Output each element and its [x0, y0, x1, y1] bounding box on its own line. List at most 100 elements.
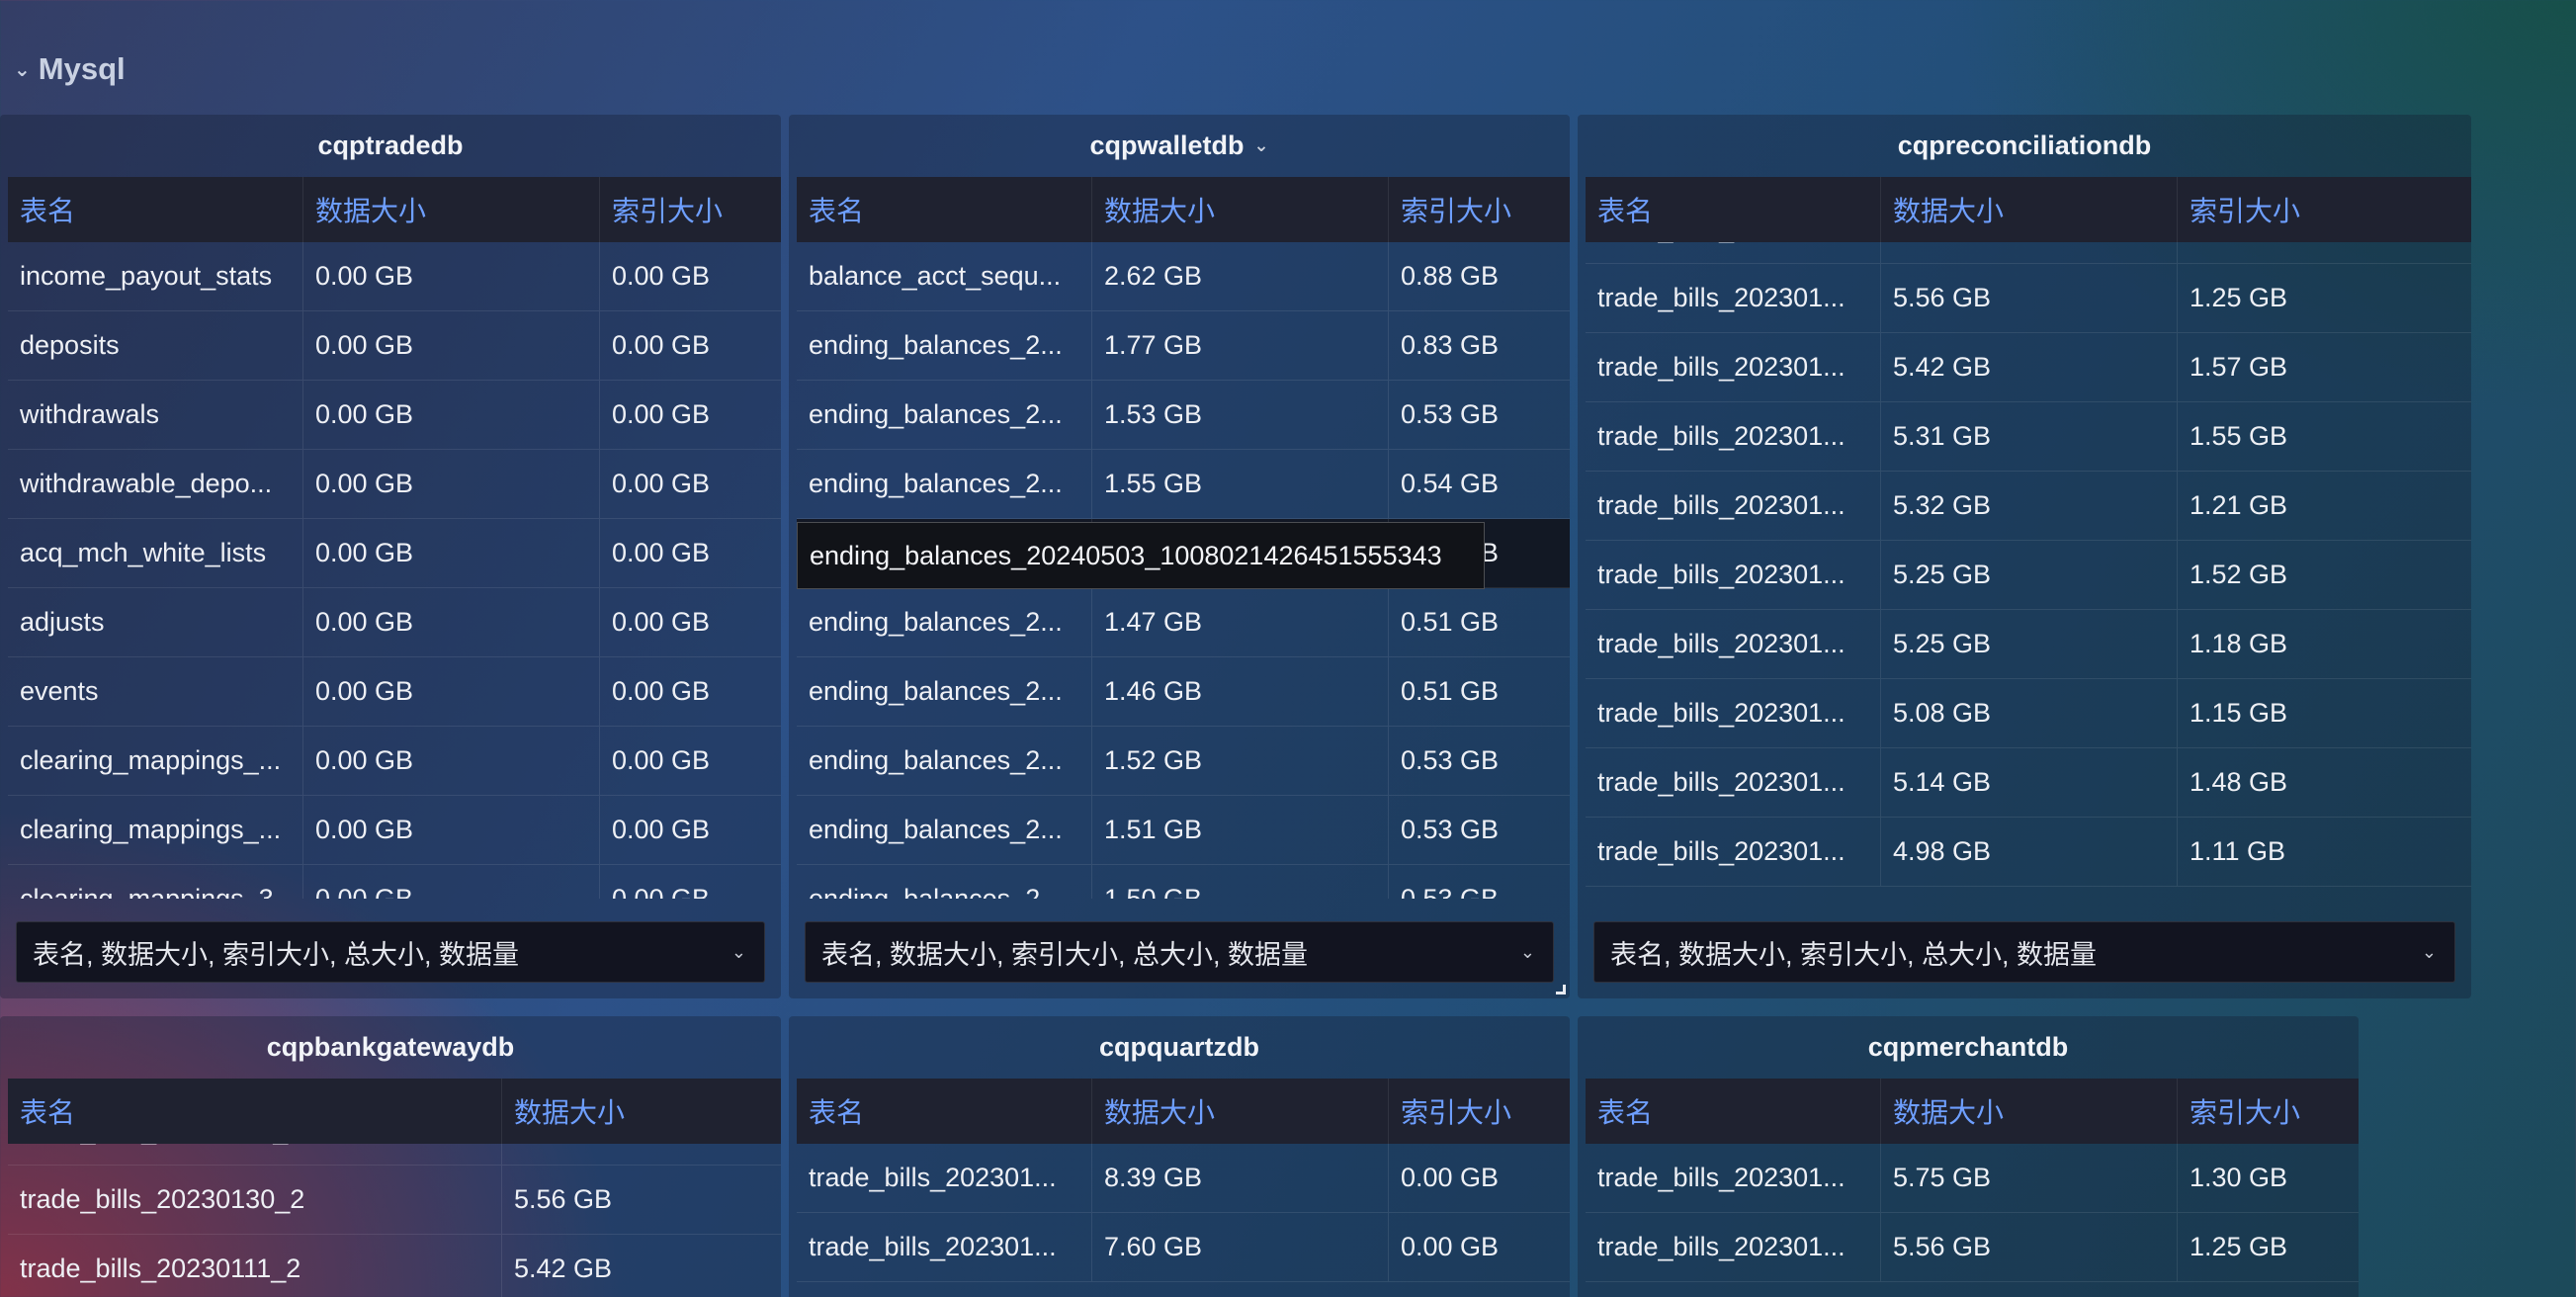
table-body[interactable]: trade_bills_202301... 8.39 GB 0.00 GB trade…: [797, 1144, 1570, 1297]
table-row[interactable]: withdrawals 0.00 GB 0.00 GB: [8, 381, 781, 450]
table-row[interactable]: trade_bills_202301... 4.98 GB 1.11 GB: [1586, 818, 2471, 887]
table-cell-data-size: 0.00 GB: [303, 311, 600, 380]
column-header-data-size[interactable]: 数据大小: [1881, 1079, 2178, 1144]
table-row[interactable]: ending_balances_2... 1.51 GB 0.53 GB: [797, 796, 1570, 865]
table-row[interactable]: trade_bills_202301...5.75 GB1.30 GB: [1586, 242, 2471, 264]
column-header-data-size[interactable]: 数据大小: [303, 177, 600, 242]
table-row[interactable]: trade_bills_202301... 5.42 GB 1.57 GB: [1586, 333, 2471, 402]
panel-cqptradedb: cqptradedb 表名 数据大小 索引大小 income_payout_st…: [0, 115, 781, 998]
column-header-name[interactable]: 表名: [797, 1079, 1092, 1144]
column-header-name[interactable]: 表名: [1586, 1079, 1881, 1144]
table-body[interactable]: income_payout_stats 0.00 GB 0.00 GB deposit…: [8, 242, 781, 899]
column-header-name[interactable]: 表名: [8, 177, 303, 242]
table-row[interactable]: trade_bills_202301... 5.56 GB 1.25 GB: [1586, 1213, 2359, 1282]
column-select-dropdown[interactable]: 表名, 数据大小, 索引大小, 总大小, 数据量 ⌄: [16, 921, 765, 983]
table-cell-name: clearing_mappings_3: [8, 865, 303, 899]
table-cell-index-size: 0.00 GB: [612, 676, 711, 706]
chevron-down-icon: ⌄: [2421, 941, 2437, 962]
table-row[interactable]: ending_balances_2... 1.53 GB 0.53 GB: [797, 381, 1570, 450]
table-row[interactable]: clearing_mappings_3 0.00 GB 0.00 GB: [8, 865, 781, 899]
panel-header[interactable]: cqpmerchantdb: [1578, 1016, 2359, 1079]
table-header: 表名 数据大小 索引大小: [1586, 1079, 2359, 1144]
table-row[interactable]: trade_bills_202301...5.75 GB1.30 GB: [1586, 1144, 2359, 1213]
chevron-down-icon[interactable]: ⌄: [14, 57, 31, 82]
table-header: 表名 数据大小: [8, 1079, 781, 1144]
column-select-dropdown[interactable]: 表名, 数据大小, 索引大小, 总大小, 数据量 ⌄: [1593, 921, 2455, 983]
table-cell-name: ending_balances_2...: [797, 588, 1092, 656]
table-body[interactable]: trade_bills_20230117_25.75 GBtrade_bills…: [8, 1144, 781, 1297]
table-row[interactable]: deposits 0.00 GB 0.00 GB: [8, 311, 781, 381]
table-cell-index-size: 1.15 GB: [2190, 698, 2288, 728]
table-cell-data-size: 4.98 GB: [1881, 818, 2178, 886]
panel-title: cqpreconciliationdb: [1897, 130, 2152, 160]
table-row[interactable]: trade_bills_202301... 5.31 GB 1.55 GB: [1586, 402, 2471, 472]
column-header-name[interactable]: 表名: [1586, 177, 1881, 242]
table-row[interactable]: trade_bills_202301... 8.39 GB 0.00 GB: [797, 1144, 1570, 1213]
column-header-index-size[interactable]: 索引大小: [2178, 1079, 2359, 1144]
table-row[interactable]: ending_balances_2...1.50 GB 0.53 GB: [797, 865, 1570, 899]
table-cell-name: trade_bills_20230130_2: [8, 1166, 502, 1234]
table-cell-name: trade_bills_202301...: [797, 1213, 1092, 1281]
table-row[interactable]: trade_bills_202301... 5.08 GB 1.15 GB: [1586, 679, 2471, 748]
panel-header[interactable]: cqptradedb: [0, 115, 781, 177]
table-row[interactable]: ending_balances_2... 1.55 GB 0.54 GB: [797, 450, 1570, 519]
row-header-mysql[interactable]: ⌄ Mysql: [14, 47, 126, 91]
table-cell-index-size: 0.00 GB: [612, 815, 711, 844]
table-cell-data-size: 5.56 GB: [1881, 264, 2178, 332]
column-header-name[interactable]: 表名: [8, 1079, 502, 1144]
table-cell-index-size: 0.53 GB: [1401, 399, 1500, 429]
column-header-data-size[interactable]: 数据大小: [1092, 1079, 1389, 1144]
data-table: 表名 数据大小 trade_bills_20230117_25.75 GBtra…: [8, 1079, 781, 1297]
table-row[interactable]: trade_bills_202301... 5.25 GB 1.18 GB: [1586, 610, 2471, 679]
table-row[interactable]: adjusts 0.00 GB 0.00 GB: [8, 588, 781, 657]
resize-handle[interactable]: [1556, 985, 1566, 994]
table-row[interactable]: trade_bills_202301... 5.25 GB 1.52 GB: [1586, 541, 2471, 610]
table-cell-name: ending_balances_2...: [797, 657, 1092, 726]
table-row[interactable]: ending_balances_2... 1.77 GB 0.83 GB: [797, 311, 1570, 381]
table-row[interactable]: trade_bills_20230130_2 5.56 GB: [8, 1166, 781, 1235]
column-header-data-size[interactable]: 数据大小: [1881, 177, 2178, 242]
table-row[interactable]: trade_bills_20230117_25.75 GB: [8, 1144, 781, 1166]
column-header-data-size[interactable]: 数据大小: [1092, 177, 1389, 242]
column-header-name[interactable]: 表名: [797, 177, 1092, 242]
column-select-dropdown[interactable]: 表名, 数据大小, 索引大小, 总大小, 数据量 ⌄: [805, 921, 1554, 983]
panel-header[interactable]: cqpquartzdb: [789, 1016, 1570, 1079]
table-row[interactable]: trade_bills_20230111_2 5.42 GB: [8, 1235, 781, 1297]
column-header-index-size[interactable]: 索引大小: [1389, 1079, 1570, 1144]
table-row[interactable]: ending_balances_2... 1.46 GB 0.51 GB: [797, 657, 1570, 727]
table-cell-data-size: 0.00 GB: [303, 519, 600, 587]
table-header: 表名 数据大小 索引大小: [8, 177, 781, 242]
table-cell-data-size: 1.50 GB: [1092, 865, 1389, 899]
table-cell-index-size: 0.83 GB: [1401, 330, 1500, 360]
table-cell-name: trade_bills_202301...: [1586, 472, 1881, 540]
table-row[interactable]: withdrawable_depo... 0.00 GB 0.00 GB: [8, 450, 781, 519]
column-header-index-size[interactable]: 索引大小: [600, 177, 781, 242]
panel-header[interactable]: cqpbankgatewaydb: [0, 1016, 781, 1079]
column-header-data-size[interactable]: 数据大小: [502, 1079, 781, 1144]
table-row[interactable]: clearing_mappings_... 0.00 GB 0.00 GB: [8, 727, 781, 796]
column-header-index-size[interactable]: 索引大小: [2178, 177, 2471, 242]
table-row[interactable]: acq_mch_white_lists 0.00 GB 0.00 GB: [8, 519, 781, 588]
panel-header[interactable]: cqpwalletdb ⌄: [789, 115, 1570, 177]
column-header-index-size[interactable]: 索引大小: [1389, 177, 1570, 242]
table-row[interactable]: trade_bills_202301... 5.56 GB 1.25 GB: [1586, 264, 2471, 333]
panel-menu-chevron-icon[interactable]: ⌄: [1253, 135, 1268, 156]
table-row[interactable]: balance_acct_sequ... 2.62 GB 0.88 GB: [797, 242, 1570, 311]
table-row[interactable]: trade_bills_202301... 5.32 GB 1.21 GB: [1586, 472, 2471, 541]
table-body[interactable]: trade_bills_202301...5.75 GB1.30 GBtrade…: [1586, 242, 2471, 899]
panel-header[interactable]: cqpreconciliationdb: [1578, 115, 2471, 177]
table-cell-name: trade_bills_202301...: [1586, 1213, 1881, 1281]
table-row[interactable]: ending_balances_2... 1.52 GB 0.53 GB: [797, 727, 1570, 796]
table-cell-index-size: 1.18 GB: [2190, 629, 2288, 658]
table-cell-data-size: 8.39 GB: [1092, 1144, 1389, 1212]
table-row[interactable]: income_payout_stats 0.00 GB 0.00 GB: [8, 242, 781, 311]
table-row[interactable]: ending_balances_2... 1.47 GB 0.51 GB: [797, 588, 1570, 657]
table-row[interactable]: trade_bills_202301... 5.14 GB 1.48 GB: [1586, 748, 2471, 818]
table-row[interactable]: trade_bills_202301... 7.60 GB 0.00 GB: [797, 1213, 1570, 1282]
table-cell-index-size: 1.52 GB: [2190, 560, 2288, 589]
table-cell-data-size: 5.31 GB: [1881, 402, 2178, 471]
table-body[interactable]: trade_bills_202301...5.75 GB1.30 GBtrade…: [1586, 1144, 2359, 1297]
table-row[interactable]: clearing_mappings_... 0.00 GB 0.00 GB: [8, 796, 781, 865]
data-table: 表名 数据大小 索引大小 trade_bills_202301... 8.39 G…: [797, 1079, 1570, 1297]
table-row[interactable]: events 0.00 GB 0.00 GB: [8, 657, 781, 727]
